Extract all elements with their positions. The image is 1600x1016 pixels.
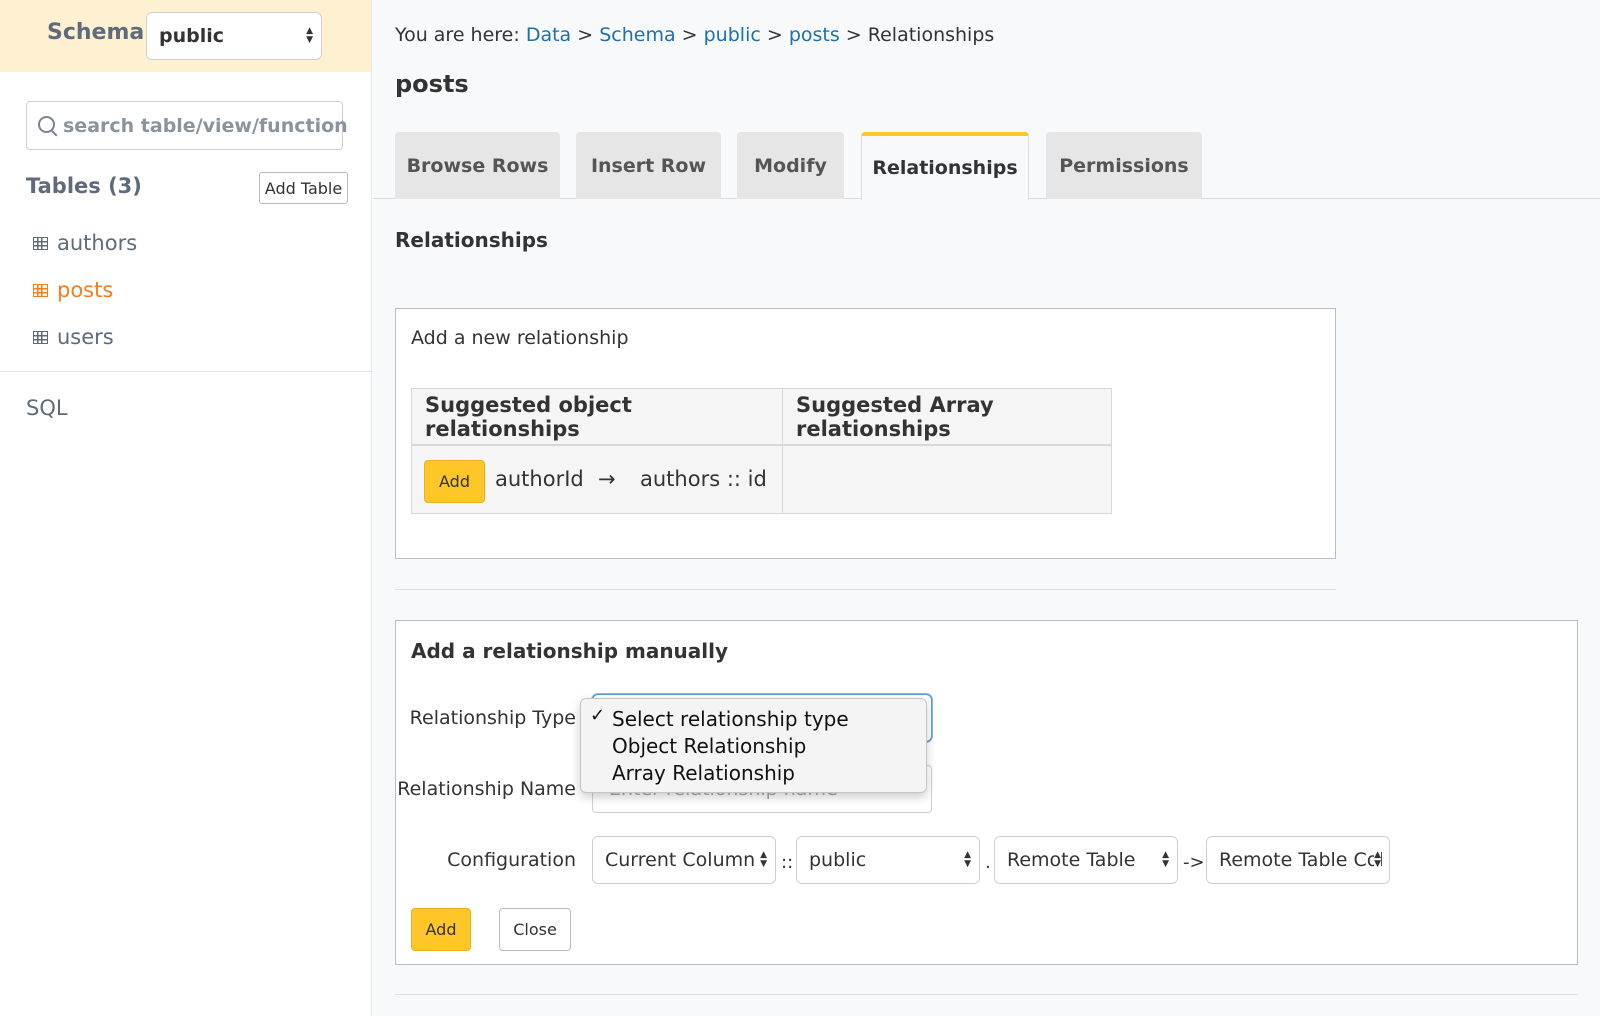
sidebar-item-users[interactable]: users — [33, 322, 114, 352]
breadcrumb-link-public[interactable]: public — [704, 24, 761, 46]
breadcrumb-current: Relationships — [868, 24, 995, 46]
add-relationship-button[interactable]: Add — [411, 908, 471, 951]
search-placeholder: search table/view/function — [63, 115, 348, 137]
section-divider — [395, 589, 1336, 590]
add-new-relationship-box: Add a new relationship Suggested object … — [395, 308, 1336, 559]
configuration-label: Configuration — [447, 849, 576, 871]
remote-schema-select[interactable]: public ▲▼ — [796, 836, 980, 884]
add-table-button[interactable]: Add Table — [259, 172, 348, 204]
sidebar-item-label: posts — [57, 278, 113, 302]
breadcrumb-separator: > — [682, 24, 698, 46]
search-icon — [38, 116, 55, 133]
current-column-value: Current Column — [605, 849, 755, 871]
schema-select[interactable]: public ▲▼ — [146, 12, 322, 60]
schema-label: Schema: — [47, 20, 153, 45]
column-divider — [782, 389, 783, 513]
breadcrumb-link-schema[interactable]: Schema — [599, 24, 675, 46]
schema-bar: Schema: public ▲▼ — [0, 0, 371, 72]
config-separator: -> — [1183, 852, 1205, 873]
suggested-target: authors :: id — [640, 467, 767, 491]
relationship-type-dropdown: ✓ Select relationship type Object Relati… — [580, 698, 927, 793]
breadcrumb-link-data[interactable]: Data — [526, 24, 571, 46]
sidebar-item-posts[interactable]: posts — [33, 275, 113, 305]
dropdown-option-select-type[interactable]: Select relationship type — [612, 707, 849, 731]
config-separator: . — [985, 852, 991, 873]
page-title: posts — [395, 70, 469, 98]
add-suggested-button[interactable]: Add — [424, 460, 485, 503]
sidebar-item-label: authors — [57, 231, 137, 255]
tab-insert-row[interactable]: Insert Row — [576, 132, 721, 199]
search-input[interactable]: search table/view/function — [26, 101, 343, 150]
tab-relationships[interactable]: Relationships — [861, 132, 1029, 200]
checkmark-icon: ✓ — [590, 705, 605, 726]
sidebar-divider — [0, 371, 371, 372]
remote-table-column-value: Remote Table Col — [1219, 849, 1384, 871]
remote-table-value: Remote Table — [1007, 849, 1135, 871]
remote-table-column-select[interactable]: Remote Table Col ▲▼ — [1206, 836, 1390, 884]
add-new-relationship-title: Add a new relationship — [411, 327, 629, 349]
breadcrumb-separator: > — [577, 24, 593, 46]
suggested-relationships-table: Suggested object relationships Suggested… — [411, 388, 1112, 514]
col-header-array: Suggested Array relationships — [783, 389, 1111, 446]
breadcrumb-separator: > — [846, 24, 862, 46]
table-icon — [33, 331, 48, 344]
select-arrows-icon: ▲▼ — [964, 851, 971, 869]
dropdown-option-array[interactable]: Array Relationship — [612, 761, 795, 785]
breadcrumb: You are here: Data > Schema > public > p… — [395, 24, 994, 46]
manual-relationship-title: Add a relationship manually — [411, 639, 728, 663]
sidebar-item-authors[interactable]: authors — [33, 228, 137, 258]
section-title: Relationships — [395, 228, 548, 252]
relationship-name-label: Relationship Name — [397, 778, 576, 800]
select-arrows-icon: ▲▼ — [760, 851, 767, 869]
arrow-icon: → — [598, 467, 616, 491]
remote-schema-value: public — [809, 849, 866, 871]
select-arrows-icon: ▲▼ — [1374, 851, 1381, 869]
tab-modify[interactable]: Modify — [737, 132, 844, 199]
table-icon — [33, 237, 48, 250]
select-arrows-icon: ▲▼ — [1162, 851, 1169, 869]
breadcrumb-separator: > — [767, 24, 783, 46]
breadcrumb-link-posts[interactable]: posts — [789, 24, 840, 46]
col-header-object: Suggested object relationships — [412, 389, 782, 446]
remote-table-select[interactable]: Remote Table ▲▼ — [994, 836, 1178, 884]
main-content: You are here: Data > Schema > public > p… — [373, 0, 1600, 1016]
manual-relationship-box: Add a relationship manually Relationship… — [395, 620, 1578, 965]
relationship-type-label: Relationship Type — [410, 707, 576, 729]
sql-link[interactable]: SQL — [26, 396, 68, 420]
tab-browse-rows[interactable]: Browse Rows — [395, 132, 560, 199]
close-button[interactable]: Close — [499, 908, 571, 951]
bottom-divider — [395, 994, 1578, 995]
schema-select-value: public — [159, 25, 224, 47]
suggested-from-column: authorId — [495, 467, 584, 491]
tables-title: Tables (3) — [26, 174, 142, 198]
dropdown-option-object[interactable]: Object Relationship — [612, 734, 806, 758]
breadcrumb-prefix: You are here: — [395, 24, 520, 46]
sidebar: Schema: public ▲▼ search table/view/func… — [0, 0, 372, 1016]
tab-permissions[interactable]: Permissions — [1046, 132, 1202, 199]
select-arrows-icon: ▲▼ — [306, 27, 313, 45]
sidebar-item-label: users — [57, 325, 114, 349]
current-column-select[interactable]: Current Column ▲▼ — [592, 836, 776, 884]
config-separator: :: — [781, 852, 793, 873]
table-icon — [33, 284, 48, 297]
